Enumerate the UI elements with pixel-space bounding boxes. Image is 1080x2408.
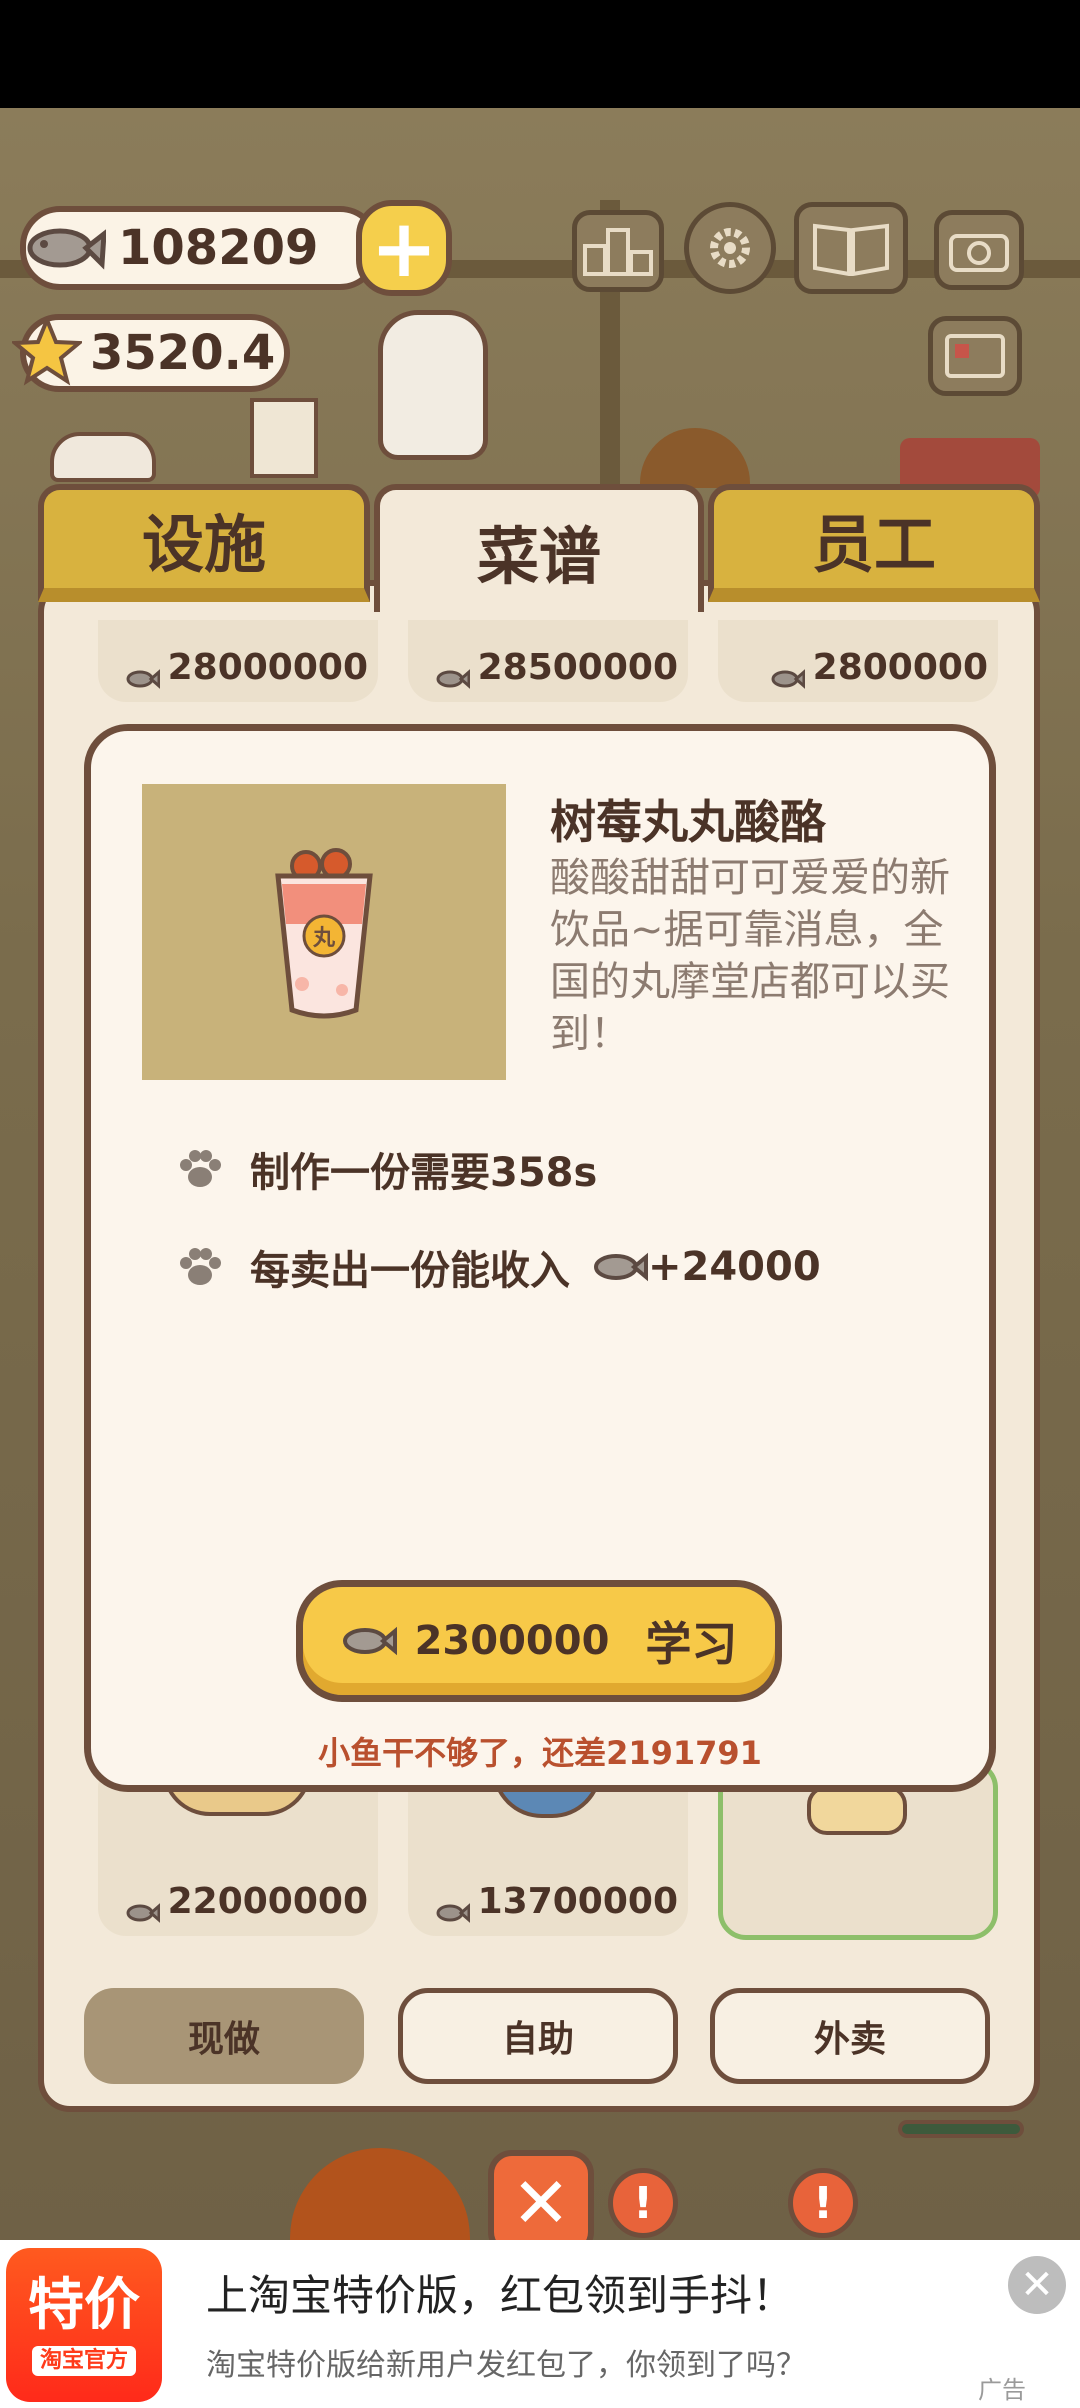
drink-cup-icon: 丸 [275,848,373,1019]
menu-board-icon [250,398,318,478]
recipe-name: 树莓丸丸酸酪 [550,795,826,849]
make-time-text: 制作一份需要358s [250,1150,598,1196]
fish-icon [126,658,161,689]
tab-staff-label: 员工 [811,508,936,581]
fish-icon [22,214,107,278]
ad-title[interactable]: 上淘宝特价版，红包领到手抖！ [206,2262,794,2323]
ad-logo-main: 特价 [28,2273,140,2338]
fish-icon [771,658,806,689]
camera-icon[interactable] [934,210,1024,290]
paw-icon [180,1150,221,1187]
fish-amount: 108209 [118,220,319,276]
filter-self-serve[interactable]: 自助 [398,1988,678,2084]
alert-icon[interactable]: ! [788,2168,858,2238]
dish-icon [807,1785,907,1835]
recipe-book-icon[interactable] [794,202,908,294]
fish-icon [126,1892,161,1923]
ad-logo-sub: 淘宝官方 [31,2346,136,2376]
make-time-row: 制作一份需要358s [176,1140,597,1198]
fish-icon [342,1626,397,1656]
recipe-price: 28500000 [436,647,678,689]
paw-icon [180,1248,221,1285]
plus-icon: + [370,201,438,295]
recipe-price: 28000000 [126,647,368,689]
learn-button[interactable]: 2300000 学习 [296,1580,782,1702]
filter-label: 外卖 [813,2019,886,2060]
recipe-price-value: 13700000 [477,1881,678,1922]
ad-subtitle[interactable]: 淘宝特价版给新用户发红包了，你领到了吗？ [206,2340,806,2384]
filter-label: 现做 [187,2019,260,2060]
recipe-price-value: 28500000 [477,647,678,688]
star-amount: 3520.4 [90,325,276,381]
recipe-price: 2800000 [771,647,988,689]
recipe-card[interactable]: 28500000 [408,620,688,702]
fish-icon [436,658,471,689]
status-bar [0,0,1080,108]
tab-recipes-label: 菜谱 [476,520,601,593]
leaderboard-icon[interactable] [572,210,664,292]
recipe-price-value: 2800000 [812,647,988,688]
close-icon: ✕ [511,2162,571,2244]
learn-cost: 2300000 [414,1618,610,1664]
fish-icon [594,1252,648,1282]
income-value: +24000 [648,1244,821,1290]
recipe-price-value: 28000000 [167,647,368,688]
ad-logo[interactable]: 特价 淘宝官方 [6,2248,162,2402]
alert-icon[interactable]: ! [608,2168,678,2238]
recipe-price-value: 22000000 [167,1881,368,1922]
cup-label: 丸 [312,926,336,951]
tab-facilities-label: 设施 [141,508,266,581]
income-label: 每卖出一份能收入 [250,1248,570,1294]
recipe-price: 13700000 [436,1881,678,1923]
fish-icon [436,1892,471,1923]
filter-made-now[interactable]: 现做 [84,1988,364,2084]
progress-bar [898,2120,1024,2138]
ad-close-icon[interactable]: ✕ [1008,2256,1066,2314]
chef-hat-icon [50,432,156,482]
recipe-image: 丸 [142,784,506,1080]
learn-label: 学习 [645,1617,738,1671]
insufficient-fish-warning: 小鱼干不够了，还差2191791 [318,1734,762,1772]
add-fish-button[interactable]: + [356,200,452,296]
star-icon [9,314,85,386]
tab-facilities[interactable]: 设施 [38,484,370,602]
filter-label: 自助 [501,2019,574,2060]
lucky-cat-icon [378,310,488,460]
settings-gear-icon[interactable] [684,202,776,294]
recipe-price: 22000000 [126,1881,368,1923]
tab-recipes[interactable]: 菜谱 [374,484,704,612]
recipe-card[interactable]: 2800000 [718,620,998,702]
recipe-card[interactable]: 28000000 [98,620,378,702]
ad-tag: 广告 [978,2376,1026,2404]
income-row: 每卖出一份能收入 +24000 [176,1238,821,1296]
filter-delivery[interactable]: 外卖 [710,1988,990,2084]
id-card-icon[interactable] [928,316,1022,396]
recipe-description: 酸酸甜甜可可爱爱的新饮品~据可靠消息，全国的丸摩堂店都可以买到！ [550,855,950,1057]
tab-staff[interactable]: 员工 [708,484,1040,602]
